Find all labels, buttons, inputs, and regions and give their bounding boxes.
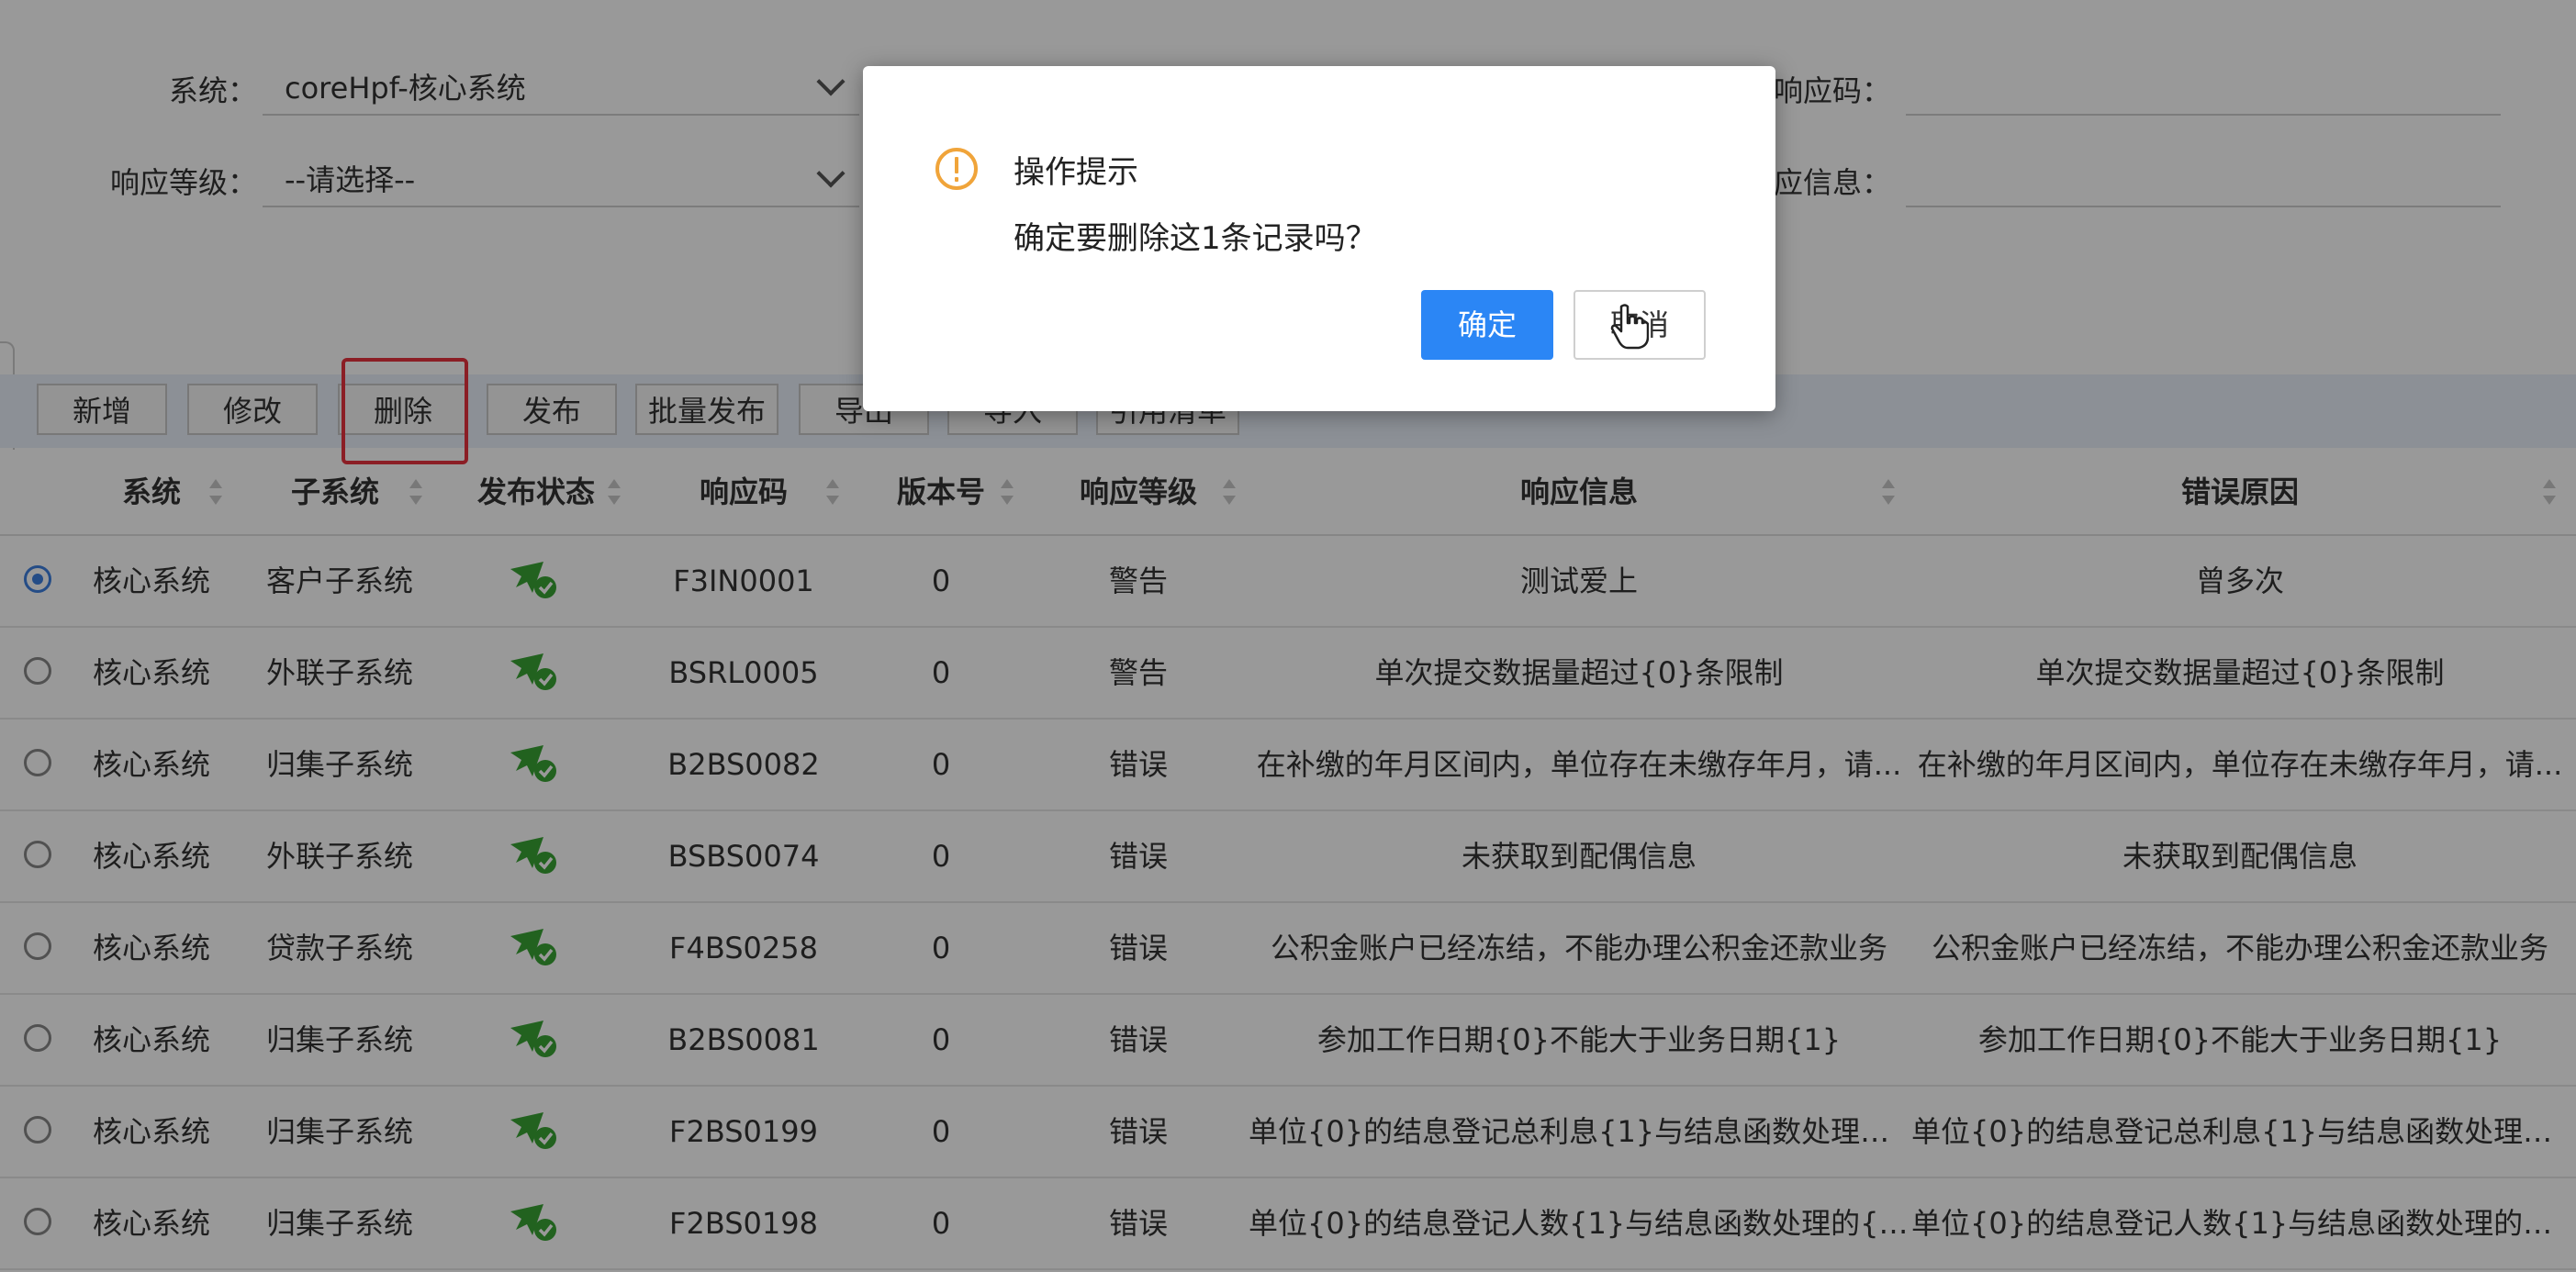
warning-icon [935,148,978,190]
dialog-message: 确定要删除这1条记录吗？ [1014,220,1377,257]
confirm-button[interactable]: 确定 [1421,290,1553,360]
confirm-dialog: 操作提示 确定要删除这1条记录吗？ 确定 取消 [863,66,1775,411]
page: 系统： coreHpf-核心系统 响应等级： --请选择-- 响应码： 应信息：… [0,0,2576,1272]
hand-cursor-icon [1610,304,1649,350]
dialog-title: 操作提示 [1014,154,1138,191]
